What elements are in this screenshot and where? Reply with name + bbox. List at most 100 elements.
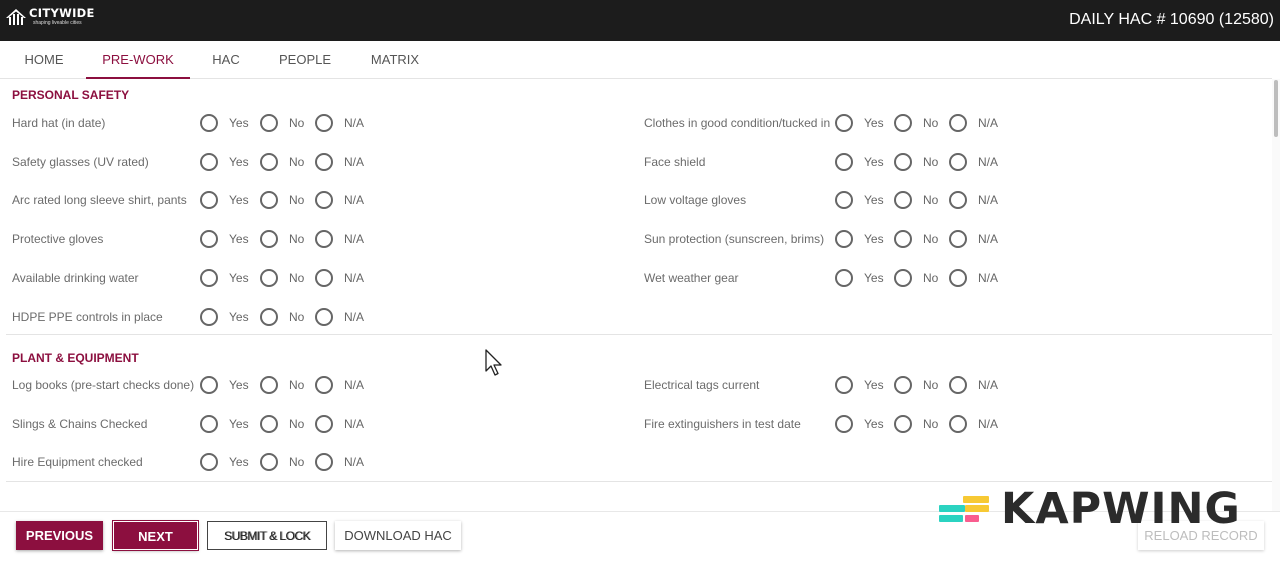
- answer-option[interactable]: Yes: [835, 113, 884, 133]
- answer-option[interactable]: Yes: [200, 113, 249, 133]
- radio-yes[interactable]: [200, 307, 218, 326]
- radio-na[interactable]: [949, 230, 967, 249]
- radio-na[interactable]: [949, 152, 967, 171]
- radio-no[interactable]: [260, 268, 278, 287]
- radio-no[interactable]: [894, 376, 912, 394]
- radio-yes[interactable]: [835, 414, 853, 433]
- answer-option[interactable]: No: [894, 375, 938, 395]
- scrollbar-track[interactable]: [1272, 79, 1280, 511]
- answer-option[interactable]: No: [894, 152, 938, 172]
- radio-no[interactable]: [260, 114, 278, 132]
- answer-option[interactable]: No: [894, 414, 938, 434]
- radio-yes[interactable]: [200, 453, 218, 472]
- answer-option[interactable]: No: [260, 414, 304, 434]
- radio-yes[interactable]: [200, 376, 218, 394]
- radio-na[interactable]: [315, 453, 333, 472]
- tab-hac[interactable]: HAC: [198, 41, 254, 79]
- radio-na[interactable]: [315, 152, 333, 171]
- answer-option[interactable]: No: [260, 113, 304, 133]
- radio-na[interactable]: [315, 230, 333, 249]
- answer-option[interactable]: Yes: [200, 414, 249, 434]
- answer-option[interactable]: No: [894, 190, 938, 210]
- radio-na[interactable]: [315, 268, 333, 287]
- radio-no[interactable]: [260, 152, 278, 171]
- answer-option[interactable]: No: [260, 229, 304, 249]
- radio-yes[interactable]: [835, 268, 853, 287]
- answer-option[interactable]: N/A: [949, 152, 998, 172]
- radio-no[interactable]: [894, 230, 912, 249]
- answer-option[interactable]: N/A: [315, 113, 364, 133]
- radio-na[interactable]: [949, 268, 967, 287]
- answer-option[interactable]: N/A: [315, 375, 364, 395]
- radio-na[interactable]: [315, 191, 333, 210]
- radio-yes[interactable]: [835, 376, 853, 394]
- answer-option[interactable]: Yes: [200, 152, 249, 172]
- answer-option[interactable]: No: [260, 152, 304, 172]
- answer-option[interactable]: N/A: [315, 152, 364, 172]
- answer-option[interactable]: Yes: [200, 268, 249, 288]
- answer-option[interactable]: Yes: [835, 375, 884, 395]
- answer-option[interactable]: Yes: [200, 452, 249, 472]
- radio-yes[interactable]: [200, 191, 218, 210]
- radio-na[interactable]: [949, 376, 967, 394]
- answer-option[interactable]: Yes: [835, 152, 884, 172]
- radio-yes[interactable]: [835, 152, 853, 171]
- tab-home[interactable]: HOME: [9, 41, 79, 79]
- radio-yes[interactable]: [200, 268, 218, 287]
- answer-option[interactable]: N/A: [315, 307, 364, 327]
- radio-yes[interactable]: [200, 230, 218, 249]
- answer-option[interactable]: No: [260, 268, 304, 288]
- radio-no[interactable]: [894, 191, 912, 210]
- answer-option[interactable]: Yes: [200, 190, 249, 210]
- previous-button[interactable]: PREVIOUS: [16, 521, 103, 550]
- radio-no[interactable]: [260, 230, 278, 249]
- answer-option[interactable]: Yes: [200, 307, 249, 327]
- answer-option[interactable]: Yes: [835, 268, 884, 288]
- tab-people[interactable]: PEOPLE: [268, 41, 342, 79]
- radio-no[interactable]: [260, 376, 278, 394]
- radio-no[interactable]: [260, 453, 278, 472]
- radio-na[interactable]: [949, 114, 967, 132]
- next-button[interactable]: NEXT: [112, 520, 199, 551]
- answer-option[interactable]: Yes: [835, 229, 884, 249]
- answer-option[interactable]: N/A: [949, 229, 998, 249]
- radio-na[interactable]: [315, 307, 333, 326]
- radio-no[interactable]: [260, 191, 278, 210]
- answer-option[interactable]: Yes: [835, 190, 884, 210]
- answer-option[interactable]: Yes: [200, 229, 249, 249]
- answer-option[interactable]: N/A: [949, 414, 998, 434]
- radio-yes[interactable]: [835, 230, 853, 249]
- answer-option[interactable]: Yes: [200, 375, 249, 395]
- answer-option[interactable]: N/A: [315, 452, 364, 472]
- answer-option[interactable]: No: [260, 190, 304, 210]
- submit-lock-button[interactable]: SUBMIT & LOCK: [207, 521, 327, 550]
- download-hac-button[interactable]: DOWNLOAD HAC: [335, 521, 461, 550]
- radio-na[interactable]: [949, 414, 967, 433]
- radio-na[interactable]: [315, 376, 333, 394]
- radio-na[interactable]: [315, 114, 333, 132]
- answer-option[interactable]: N/A: [315, 229, 364, 249]
- radio-no[interactable]: [260, 414, 278, 433]
- answer-option[interactable]: No: [894, 113, 938, 133]
- answer-option[interactable]: No: [894, 229, 938, 249]
- radio-no[interactable]: [894, 414, 912, 433]
- radio-yes[interactable]: [200, 114, 218, 132]
- radio-na[interactable]: [315, 414, 333, 433]
- answer-option[interactable]: N/A: [315, 414, 364, 434]
- radio-na[interactable]: [949, 191, 967, 210]
- answer-option[interactable]: N/A: [949, 375, 998, 395]
- answer-option[interactable]: N/A: [315, 268, 364, 288]
- tab-matrix[interactable]: MATRIX: [358, 41, 432, 79]
- radio-no[interactable]: [894, 152, 912, 171]
- answer-option[interactable]: N/A: [949, 268, 998, 288]
- answer-option[interactable]: No: [260, 307, 304, 327]
- answer-option[interactable]: No: [894, 268, 938, 288]
- radio-no[interactable]: [894, 268, 912, 287]
- radio-no[interactable]: [260, 307, 278, 326]
- answer-option[interactable]: Yes: [835, 414, 884, 434]
- scrollbar-thumb[interactable]: [1274, 80, 1278, 137]
- radio-no[interactable]: [894, 114, 912, 132]
- radio-yes[interactable]: [200, 414, 218, 433]
- answer-option[interactable]: N/A: [315, 190, 364, 210]
- radio-yes[interactable]: [835, 114, 853, 132]
